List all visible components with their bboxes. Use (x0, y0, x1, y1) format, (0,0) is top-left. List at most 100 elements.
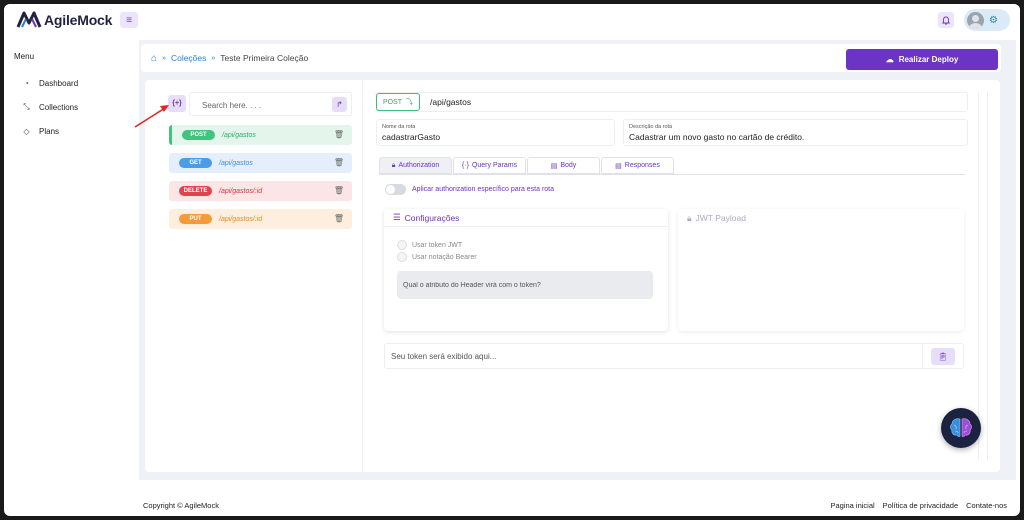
sidebar-title: Menu (14, 52, 35, 61)
sidebar-item-collections[interactable]: ⤡ Collections (4, 95, 134, 119)
home-icon[interactable]: ⌂ (151, 53, 157, 64)
cloud-upload-icon: ☁ (885, 55, 894, 64)
document-icon: ▤ (550, 162, 558, 170)
use-jwt-radio[interactable] (397, 240, 407, 250)
use-bearer-option[interactable]: Usar notação Bearer (397, 251, 668, 263)
route-name-label: Nome da rota (382, 124, 416, 130)
search-box: ↱ (189, 92, 352, 116)
breadcrumb-current: Teste Primeira Coleção (220, 53, 309, 63)
method-select[interactable]: POST ⤵ (376, 93, 420, 111)
trash-icon[interactable]: 🗑 (334, 158, 344, 167)
tab-body[interactable]: ▤ Body (527, 157, 600, 174)
sliders-icon: ☰ (393, 212, 401, 222)
forward-arrow-icon: ↱ (336, 100, 343, 109)
jwt-payload-header: 🔒︎ JWT Payload (678, 209, 964, 227)
footer-link-privacy[interactable]: Política de privacidade (883, 501, 958, 510)
route-item-get[interactable]: GET /api/gastos 🗑 (169, 153, 352, 173)
copy-token-button[interactable]: 📋︎ (931, 348, 955, 365)
copyright-text: Copyright © AgileMock (143, 501, 219, 510)
ai-assistant-button[interactable] (941, 408, 981, 448)
url-input[interactable]: /api/gastos (430, 97, 471, 107)
route-item-post[interactable]: POST /api/gastos 🗑 (169, 125, 352, 145)
brain-icon (950, 418, 972, 437)
token-output[interactable] (391, 347, 911, 365)
scrollbar[interactable] (978, 92, 988, 460)
method-badge: GET (179, 158, 212, 168)
hamburger-icon: ≡ (126, 14, 133, 26)
trash-icon[interactable]: 🗑 (334, 186, 344, 195)
tab-label: Query Params (471, 162, 518, 169)
tab-label: Authorization (398, 162, 440, 169)
logo[interactable]: AgileMock (16, 11, 112, 29)
use-jwt-label: Usar token JWT (412, 241, 463, 249)
configurations-header: ☰ Configurações (384, 209, 668, 227)
configurations-title: Configurações (404, 212, 460, 223)
footer: Copyright © AgileMock Pagina inicial Pol… (4, 492, 1020, 516)
annotation-arrow-icon (134, 105, 169, 128)
jwt-payload-card: 🔒︎ JWT Payload (678, 209, 964, 331)
breadcrumb-collections-link[interactable]: Coleções (171, 53, 206, 63)
configurations-card: ☰ Configurações Usar token JWT Usar nota… (384, 209, 668, 331)
use-jwt-option[interactable]: Usar token JWT (397, 239, 668, 251)
chevron-right-icon: » (162, 54, 166, 62)
sidebar-item-label: Dashboard (39, 78, 79, 88)
use-bearer-label: Usar notação Bearer (412, 253, 477, 261)
dashboard-icon: ◔ (24, 78, 29, 88)
trash-icon[interactable]: 🗑 (334, 130, 344, 139)
breadcrumb: ⌂ » Coleções » Teste Primeira Coleção ☁ … (141, 44, 1001, 72)
routes-panel: {+} ↱ POST /api/gastos 🗑 GET /api/gastos… (145, 80, 363, 472)
add-route-icon: {+} (172, 100, 182, 107)
swap-icon: ⤵ (406, 99, 414, 106)
route-description-label: Descrição da rota (629, 124, 673, 130)
editor-tabs: 🔒︎ Authorization {·} Query Params ▤ Body… (379, 157, 674, 174)
route-name-field[interactable]: Nome da rota cadastrarGasto (376, 119, 615, 146)
method-badge: PUT (179, 214, 212, 224)
sidebar-item-plans[interactable]: ◇ Plans (4, 119, 134, 143)
tab-authorization[interactable]: 🔒︎ Authorization (379, 157, 452, 174)
footer-link-home[interactable]: Pagina inicial (830, 501, 874, 510)
sidebar: Menu ◔ Dashboard ⤡ Collections ◇ Plans (4, 52, 134, 143)
document-icon: ▤ (615, 162, 622, 170)
share-arrow-button[interactable]: ↱ (332, 97, 347, 112)
user-menu[interactable]: ⚙ (964, 9, 1010, 31)
route-name-value: cadastrarGasto (382, 132, 441, 142)
method-badge: DELETE (179, 186, 212, 196)
bell-icon (942, 16, 950, 25)
notifications-button[interactable] (938, 12, 954, 28)
authorization-toggle[interactable] (385, 184, 406, 195)
tag-icon: ◇ (23, 126, 30, 136)
sidebar-item-dashboard[interactable]: ◔ Dashboard (4, 71, 134, 95)
gear-icon: ⚙ (989, 14, 998, 26)
route-path: /api/gastos/:id (219, 215, 263, 223)
trash-icon[interactable]: 🗑 (334, 214, 344, 223)
url-bar: POST ⤵ /api/gastos (376, 92, 968, 112)
method-select-value: POST (382, 98, 403, 106)
token-bar: 📋︎ (384, 343, 964, 369)
route-path: /api/gastos/:id (219, 187, 263, 195)
lock-icon: 🔒︎ (687, 212, 692, 223)
route-item-put[interactable]: PUT /api/gastos/:id 🗑 (169, 209, 352, 229)
sidebar-item-label: Plans (39, 126, 60, 136)
route-description-field[interactable]: Descrição da rota Cadastrar um novo gast… (623, 119, 968, 146)
use-bearer-radio[interactable] (397, 252, 407, 262)
footer-link-contact[interactable]: Contate-nos (966, 501, 1007, 510)
route-path: /api/gastos (219, 159, 253, 167)
search-input[interactable] (202, 98, 322, 112)
sidebar-item-label: Collections (39, 102, 79, 112)
app-name: AgileMock (44, 12, 113, 28)
deploy-button[interactable]: ☁ Realizar Deploy (846, 49, 998, 70)
authorization-toggle-row: Aplicar authorization específico para es… (385, 184, 554, 195)
authorization-toggle-label: Aplicar authorization específico para es… (412, 186, 555, 193)
header-attribute-input[interactable] (397, 271, 653, 299)
menu-toggle-button[interactable]: ≡ (120, 12, 139, 28)
logo-mark-icon (16, 11, 42, 28)
top-bar: AgileMock ≡ ⚙ (4, 4, 1020, 36)
tab-query-params[interactable]: {·} Query Params (453, 157, 526, 174)
jwt-payload-title: JWT Payload (695, 213, 746, 223)
method-badge: POST (182, 130, 215, 140)
chevron-right-icon: » (211, 54, 216, 62)
route-item-delete[interactable]: DELETE /api/gastos/:id 🗑 (169, 181, 352, 201)
tab-responses[interactable]: ▤ Responses (601, 157, 674, 174)
deploy-button-label: Realizar Deploy (898, 55, 959, 64)
token-divider (922, 344, 923, 368)
